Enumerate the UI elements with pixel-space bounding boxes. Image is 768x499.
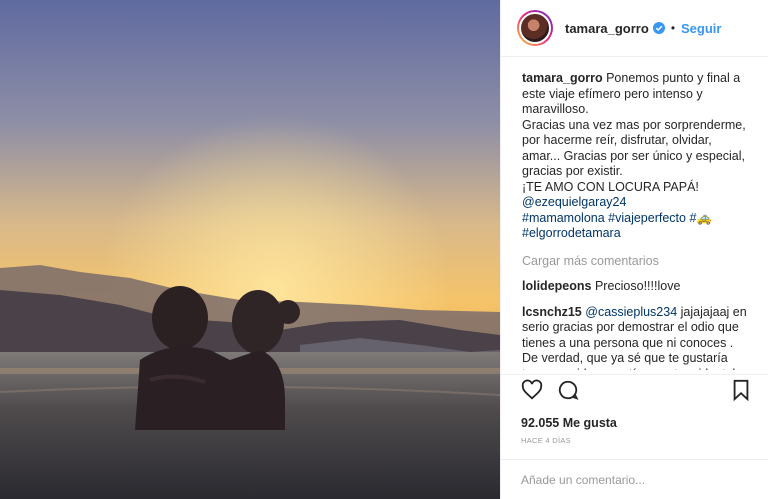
separator-dot: • <box>670 21 676 35</box>
post-header: tamara_gorro • Seguir <box>501 0 768 57</box>
likes-count[interactable]: 92.055 Me gusta <box>501 404 768 430</box>
comment-icon[interactable] <box>557 379 579 401</box>
caption-hashtags[interactable]: #mamamolona #viajeperfecto # <box>522 211 696 225</box>
add-comment-input[interactable]: Añade un comentario... <box>501 459 768 499</box>
taxi-emoji: 🚕 <box>696 210 712 225</box>
bookmark-icon[interactable] <box>730 379 752 401</box>
post-photo[interactable] <box>0 0 500 499</box>
avatar[interactable] <box>517 10 553 46</box>
comment-item: lolidepeons Precioso!!!!love <box>522 279 752 295</box>
verified-badge-icon <box>652 22 665 34</box>
caption: tamara_gorro Ponemos punto y final a est… <box>522 71 752 242</box>
caption-username[interactable]: tamara_gorro <box>522 71 603 85</box>
follow-button[interactable]: Seguir <box>681 21 721 36</box>
caption-mention[interactable]: @ezequielgaray24 <box>522 195 626 209</box>
heart-icon[interactable] <box>521 379 543 401</box>
comment-username[interactable]: lcsnchz15 <box>522 305 582 319</box>
caption-line2: Gracias una vez mas por sorprenderme, po… <box>522 117 746 179</box>
comments-list: tamara_gorro Ponemos punto y final a est… <box>501 57 768 370</box>
sunset-couple-image <box>0 0 500 499</box>
caption-line3: ¡TE AMO CON LOCURA PAPÁ! <box>522 179 699 194</box>
comment-username[interactable]: lolidepeons <box>522 279 591 293</box>
post-sidebar: tamara_gorro • Seguir tamara_gorro Ponem… <box>500 0 768 499</box>
instagram-post: tamara_gorro • Seguir tamara_gorro Ponem… <box>0 0 768 499</box>
load-more-comments[interactable]: Cargar más comentarios <box>522 254 752 270</box>
comment-item: lcsnchz15 @cassieplus234 jajajajaaj en s… <box>522 305 752 371</box>
username-link[interactable]: tamara_gorro <box>565 21 649 36</box>
comment-mention[interactable]: @cassieplus234 <box>585 305 677 319</box>
comment-text: Precioso!!!!love <box>594 279 681 293</box>
caption-hashtag-2[interactable]: #elgorrodetamara <box>522 226 621 240</box>
post-timestamp: HACE 4 DÍAS <box>521 436 571 445</box>
action-bar <box>501 374 768 404</box>
